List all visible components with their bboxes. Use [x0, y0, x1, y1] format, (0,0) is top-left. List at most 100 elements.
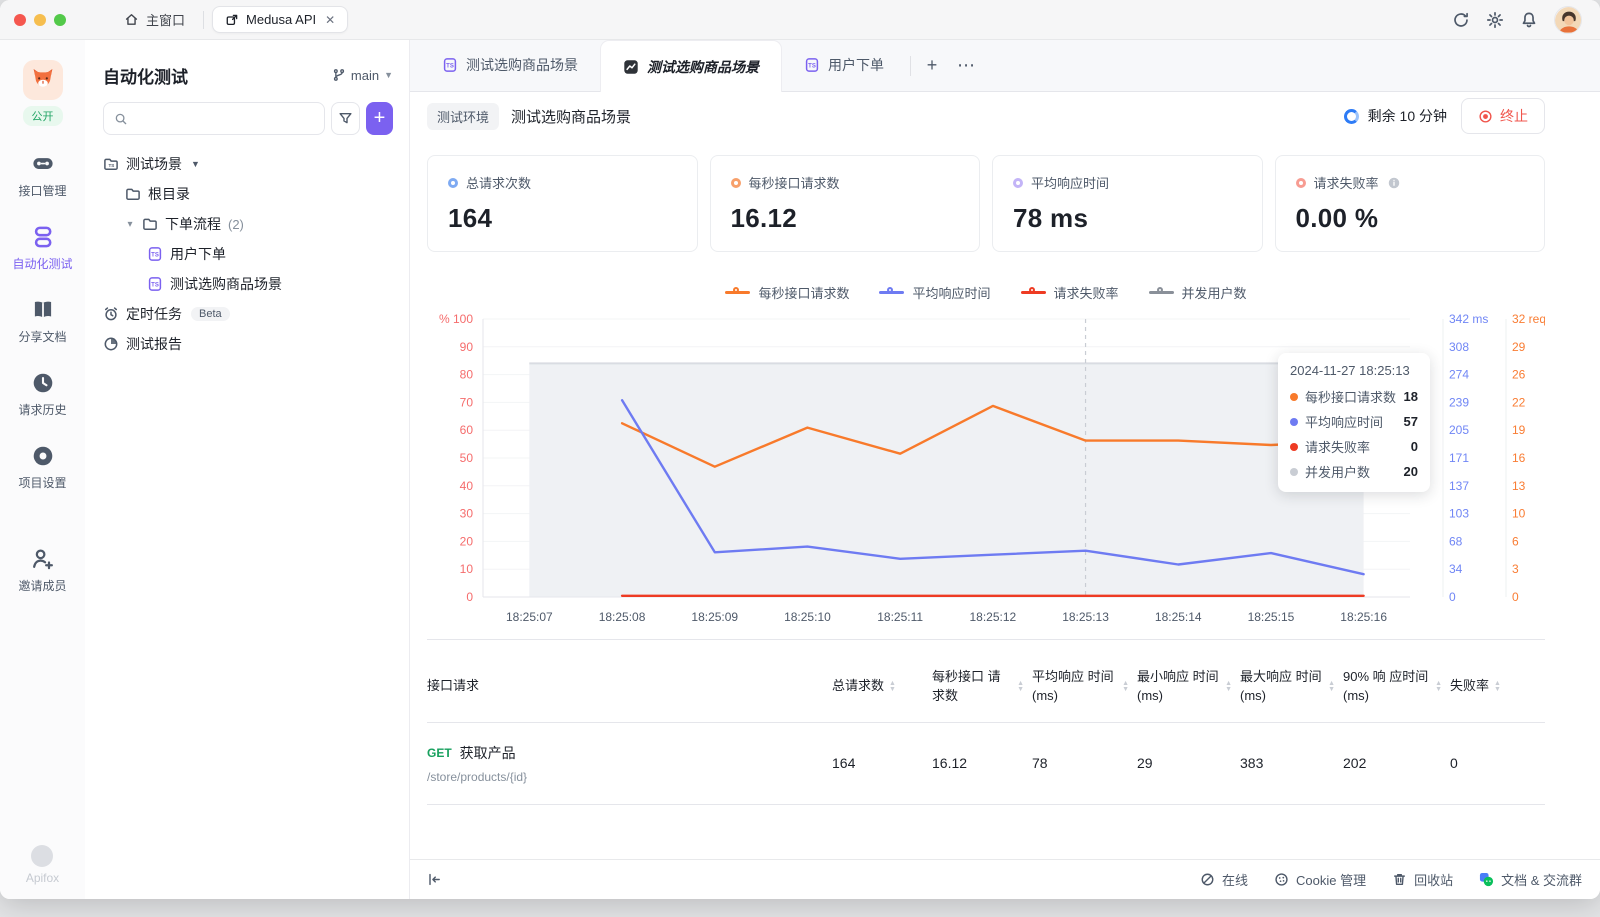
info-icon[interactable] — [1387, 176, 1401, 190]
legend-label: 请求失败率 — [1054, 283, 1119, 302]
stat-label: 每秒接口请求数 — [749, 173, 840, 192]
stat-value: 78 ms — [1013, 203, 1242, 234]
column-header-90% 响 应时间 (ms)[interactable]: 90% 响 应时间 (ms) ▲▼ — [1343, 668, 1450, 706]
user-avatar[interactable] — [1554, 6, 1582, 34]
rail-item-api[interactable]: 接口管理 — [7, 152, 79, 199]
column-header-每秒接口 请求数[interactable]: 每秒接口 请求数▲▼ — [932, 668, 1032, 706]
svg-text:10: 10 — [1512, 507, 1526, 521]
tree-item-定时任务[interactable]: 定时任务Beta — [85, 299, 409, 329]
tab-label: 用户下单 — [828, 55, 884, 75]
terminate-button[interactable]: 终止 — [1461, 98, 1545, 134]
tree-item-下单流程[interactable]: ▾下单流程(2) — [85, 209, 409, 239]
column-header-失败率[interactable]: 失败率▲▼ — [1450, 677, 1545, 696]
rail-item-autotest[interactable]: 自动化测试 — [7, 225, 79, 272]
request-table: 接口请求 总请求数▲▼每秒接口 请求数▲▼平均响应 时间(ms)▲▼最小响应 时间… — [427, 640, 1545, 805]
statusbar-Cookie 管理[interactable]: Cookie 管理 — [1274, 870, 1366, 889]
cookie-icon — [1274, 872, 1289, 887]
column-header-最小响应 时间(ms)[interactable]: 最小响应 时间(ms)▲▼ — [1137, 668, 1240, 706]
sort-icon[interactable]: ▲▼ — [1494, 681, 1501, 694]
rail-item-docs[interactable]: 分享文档 — [7, 298, 79, 345]
folder-icon — [125, 186, 141, 202]
api-name: 获取产品 — [460, 743, 516, 763]
sort-icon[interactable]: ▲▼ — [1435, 681, 1442, 694]
sort-icon[interactable]: ▲▼ — [1017, 681, 1024, 694]
rail-item-label: 分享文档 — [18, 328, 66, 345]
svg-text:34: 34 — [1449, 562, 1463, 576]
expander-chevron-icon[interactable]: ▾ — [125, 219, 135, 230]
series-dot-icon — [1290, 418, 1298, 426]
tree-item-用户下单[interactable]: TS用户下单 — [85, 239, 409, 269]
tooltip-value: 57 — [1404, 414, 1418, 429]
tree-item-label: 用户下单 — [170, 244, 226, 264]
column-header-总请求数[interactable]: 总请求数▲▼ — [832, 677, 932, 696]
rail-item-settings[interactable]: 项目设置 — [7, 444, 79, 491]
table-row[interactable]: GET获取产品/store/products/{id}16416.1278293… — [427, 723, 1545, 805]
branch-selector[interactable]: main ▼ — [332, 68, 393, 83]
svg-text:TS: TS — [151, 282, 159, 288]
sort-icon[interactable]: ▲▼ — [1225, 681, 1232, 694]
tree-item-label: 根目录 — [148, 184, 190, 204]
environment-badge[interactable]: 测试环境 — [427, 103, 499, 130]
column-header-最大响应 时间(ms)[interactable]: 最大响应 时间(ms)▲▼ — [1240, 668, 1343, 706]
rail-item-label: 自动化测试 — [12, 255, 72, 272]
report-content: 总请求次数164每秒接口请求数16.12平均响应时间78 ms请求失败率0.00… — [410, 140, 1600, 859]
column-header-平均响应 时间(ms)[interactable]: 平均响应 时间(ms)▲▼ — [1032, 668, 1137, 706]
sort-icon[interactable]: ▲▼ — [1122, 681, 1129, 694]
metric-ring-icon — [1013, 178, 1023, 188]
legend-marker-icon — [879, 287, 904, 298]
search-box[interactable] — [103, 102, 325, 135]
rail-item-history[interactable]: 请求历史 — [7, 371, 79, 418]
svg-text:19: 19 — [1512, 423, 1526, 437]
bell-icon[interactable] — [1520, 11, 1538, 29]
tooltip-value: 18 — [1404, 389, 1418, 404]
ts-icon: TS — [442, 57, 458, 73]
svg-text:137: 137 — [1449, 479, 1469, 493]
tab-more-button[interactable]: ⋯ — [949, 39, 983, 91]
online-icon — [1200, 872, 1215, 887]
tree-item-测试场景[interactable]: TS测试场景▼ — [85, 149, 409, 179]
minimize-window-button[interactable] — [34, 14, 46, 26]
svg-text:18:25:08: 18:25:08 — [599, 610, 646, 624]
gear-icon[interactable] — [1486, 11, 1504, 29]
column-label: 接口请求 — [427, 677, 479, 696]
caret-down-icon[interactable]: ▼ — [191, 159, 200, 169]
svg-text:68: 68 — [1449, 534, 1463, 548]
tab-测试选购商品场景[interactable]: TS测试选购商品场景 — [420, 39, 600, 91]
statusbar-在线[interactable]: 在线 — [1200, 870, 1248, 889]
close-project-tab-icon[interactable]: ✕ — [325, 13, 335, 27]
tree-item-label: 测试场景 — [126, 154, 182, 174]
stat-value: 0.00 % — [1296, 203, 1525, 234]
close-window-button[interactable] — [14, 14, 26, 26]
main-window-tab-label: 主窗口 — [146, 10, 185, 29]
statusbar-文档 & 交流群[interactable]: 文档 & 交流群 — [1479, 870, 1582, 889]
running-spinner-icon — [1344, 109, 1359, 124]
zoom-window-button[interactable] — [54, 14, 66, 26]
tree-item-测试选购商品场景[interactable]: TS测试选购商品场景 — [85, 269, 409, 299]
main-window-tab[interactable]: 主窗口 — [114, 5, 195, 34]
new-tab-button[interactable]: + — [915, 39, 949, 91]
search-input[interactable] — [134, 110, 314, 127]
tree-item-测试报告[interactable]: 测试报告 — [85, 329, 409, 359]
project-logo[interactable] — [23, 60, 63, 100]
svg-text:18:25:11: 18:25:11 — [877, 610, 923, 624]
statusbar-回收站[interactable]: 回收站 — [1392, 870, 1453, 889]
sort-icon[interactable]: ▲▼ — [1328, 681, 1335, 694]
filter-button[interactable] — [331, 102, 360, 135]
svg-text:103: 103 — [1449, 507, 1469, 521]
refresh-icon[interactable] — [1452, 11, 1470, 29]
tooltip-timestamp: 2024-11-27 18:25:13 — [1290, 363, 1418, 378]
sort-icon[interactable]: ▲▼ — [889, 681, 896, 694]
collapse-sidebar-icon[interactable] — [427, 872, 442, 887]
add-button[interactable]: + — [366, 102, 393, 135]
rail-item-invite[interactable]: 邀请成员 — [7, 547, 79, 594]
column-label: 90% 响 应时间 (ms) — [1343, 668, 1430, 706]
tab-测试选购商品场景-active[interactable]: 测试选购商品场景 — [600, 40, 782, 92]
svg-text:70: 70 — [460, 395, 474, 409]
tree-item-根目录[interactable]: 根目录 — [85, 179, 409, 209]
statusbar-label: Cookie 管理 — [1296, 870, 1366, 889]
tooltip-row-请求失败率: 请求失败率0 — [1290, 437, 1418, 456]
rail-item-label: 项目设置 — [18, 474, 66, 491]
project-tab[interactable]: Medusa API ✕ — [212, 6, 348, 33]
tab-用户下单[interactable]: TS用户下单 — [782, 39, 906, 91]
column-header-接口请求: 接口请求 — [427, 677, 832, 696]
